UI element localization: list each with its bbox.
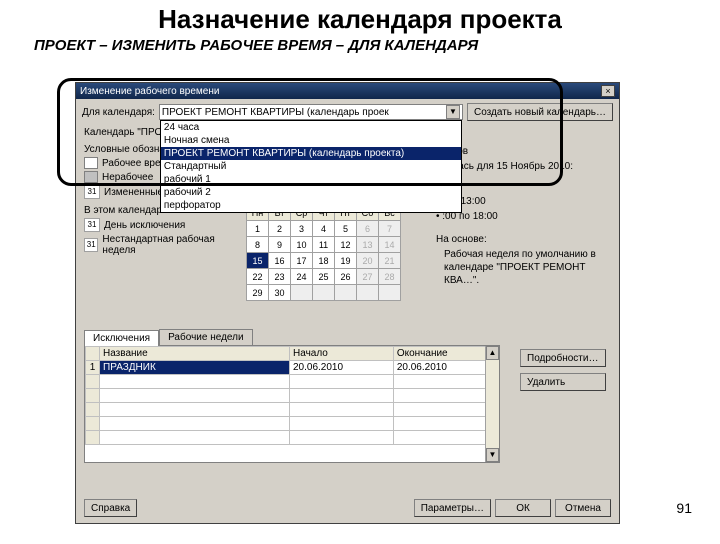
calendar-dropdown[interactable]: 24 часа Ночная смена ПРОЕКТ РЕМОНТ КВАРТ…	[160, 120, 462, 213]
cancel-button[interactable]: Отмена	[555, 499, 611, 517]
tab-exceptions[interactable]: Исключения	[84, 330, 159, 346]
tab-strip: Исключения Рабочие недели	[84, 329, 253, 345]
dropdown-option[interactable]: Стандартный	[161, 160, 461, 173]
col-start[interactable]: Начало	[290, 347, 394, 361]
change-working-time-dialog: Изменение рабочего времени × Для календа…	[75, 82, 620, 524]
calendar-icon: 31	[84, 238, 98, 252]
slide-subtitle: ПРОЕКТ – ИЗМЕНИТЬ РАБОЧЕЕ ВРЕМЯ – ДЛЯ КА…	[34, 37, 720, 54]
calendar-icon: 31	[84, 218, 100, 232]
dropdown-option[interactable]: Ночная смена	[161, 134, 461, 147]
page-number: 91	[676, 500, 692, 516]
calendar-combo[interactable]: ПРОЕКТ РЕМОНТ КВАРТИРЫ (календарь проек …	[159, 104, 463, 120]
dropdown-option-selected[interactable]: ПРОЕКТ РЕМОНТ КВАРТИРЫ (календарь проект…	[161, 147, 461, 160]
col-end[interactable]: Окончание	[393, 347, 498, 361]
scroll-up-icon[interactable]: ▲	[486, 346, 499, 360]
cell-end[interactable]: 20.06.2010	[393, 361, 498, 375]
legend-box-nonworking	[84, 171, 98, 183]
calendar-combo-value: ПРОЕКТ РЕМОНТ КВАРТИРЫ (календарь проек	[162, 107, 446, 118]
exceptions-grid[interactable]: Название Начало Окончание 1 ПРАЗДНИК 20.…	[84, 345, 500, 463]
create-calendar-button[interactable]: Создать новый календарь…	[467, 103, 613, 121]
nonstd-week: Нестандартная рабочая неделя	[102, 234, 234, 256]
dropdown-option[interactable]: рабочий 1	[161, 173, 461, 186]
options-button[interactable]: Параметры…	[414, 499, 491, 517]
exception-day: День исключения	[104, 220, 185, 231]
legend-working: Рабочее врем	[102, 158, 167, 169]
dropdown-option[interactable]: 24 часа	[161, 121, 461, 134]
based-on-value: Рабочая неделя по умолчанию в календаре …	[444, 248, 611, 287]
tab-work-weeks[interactable]: Рабочие недели	[159, 329, 252, 345]
ok-button[interactable]: ОК	[495, 499, 551, 517]
close-icon[interactable]: ×	[601, 85, 615, 97]
slide-title: Назначение календаря проекта	[0, 4, 720, 35]
dialog-buttons: Справка Параметры… ОК Отмена	[84, 499, 611, 517]
for-calendar-label: Для календаря:	[82, 107, 155, 118]
legend-nonworking: Нерабочее	[102, 172, 153, 183]
titlebar: Изменение рабочего времени ×	[76, 83, 619, 99]
details-button[interactable]: Подробности…	[520, 349, 606, 367]
dropdown-option[interactable]: рабочий 2	[161, 186, 461, 199]
chevron-down-icon[interactable]: ▼	[446, 105, 460, 119]
cell-name[interactable]: ПРАЗДНИК	[100, 361, 290, 375]
day-detail-panel: очасов ичалась для 15 Ноябрь 2010: • …о …	[436, 143, 611, 289]
cell-start[interactable]: 20.06.2010	[290, 361, 394, 375]
dialog-title: Изменение рабочего времени	[80, 86, 219, 97]
calendar-icon: 31	[84, 185, 100, 199]
legend-box-working	[84, 157, 98, 169]
dropdown-option[interactable]: перфоратор	[161, 199, 461, 212]
calendar-grid[interactable]: Пн Вт Ср Чт Пт Сб Вс 1234567 89101112131…	[246, 204, 401, 301]
scroll-down-icon[interactable]: ▼	[486, 448, 499, 462]
based-on-label: На основе:	[436, 233, 611, 246]
delete-button[interactable]: Удалить	[520, 373, 606, 391]
help-button[interactable]: Справка	[84, 499, 137, 517]
table-row[interactable]: 1 ПРАЗДНИК 20.06.2010 20.06.2010	[86, 361, 499, 375]
col-name[interactable]: Название	[100, 347, 290, 361]
scrollbar[interactable]: ▲ ▼	[485, 346, 499, 462]
